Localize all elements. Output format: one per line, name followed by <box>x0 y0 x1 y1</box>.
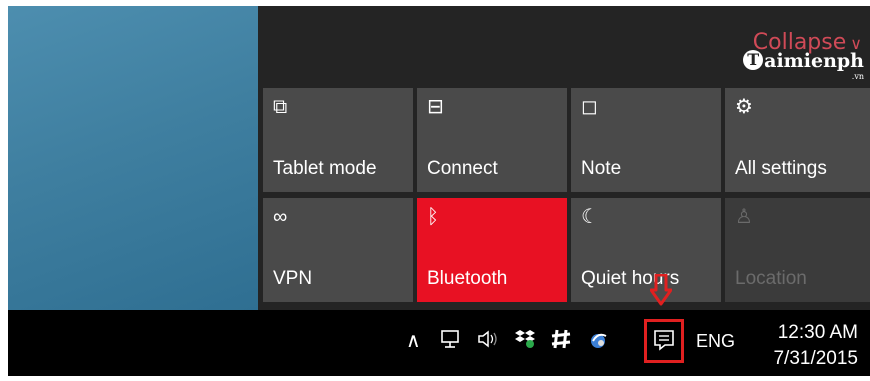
location-icon: ♙ <box>735 206 753 228</box>
tile-location[interactable]: ♙ Location <box>725 198 870 302</box>
moon-icon: ☾ <box>581 206 599 228</box>
app-icon[interactable] <box>586 328 610 357</box>
bluetooth-icon: ᛒ <box>427 206 439 228</box>
chevron-up-icon[interactable]: ∧ <box>406 328 421 354</box>
watermark-logo: Taimienph .vn <box>743 50 864 81</box>
tile-label: Location <box>735 268 807 289</box>
tile-label: Tablet mode <box>273 158 377 179</box>
annotation-arrow-icon <box>650 274 672 306</box>
screenshot-frame: Collapse ∨ Taimienph .vn ⧉ Tablet mode ⊟ … <box>8 6 870 376</box>
tile-bluetooth[interactable]: ᛒ Bluetooth <box>417 198 567 302</box>
dropbox-icon[interactable] <box>514 328 536 357</box>
network-icon[interactable] <box>440 328 462 357</box>
tile-quiet-hours[interactable]: ☾ Quiet hours <box>571 198 721 302</box>
clock[interactable]: 12:30 AM 7/31/2015 <box>773 320 858 372</box>
tile-note[interactable]: ◻ Note <box>571 88 721 192</box>
clock-date: 7/31/2015 <box>773 348 858 369</box>
volume-icon[interactable] <box>476 328 502 357</box>
tile-label: Note <box>581 158 622 179</box>
tile-vpn[interactable]: ∞ VPN <box>263 198 413 302</box>
action-center-panel: Collapse ∨ Taimienph .vn ⧉ Tablet mode ⊟ … <box>258 6 870 310</box>
tile-tablet-mode[interactable]: ⧉ Tablet mode <box>263 88 413 192</box>
action-center-icon[interactable] <box>652 328 676 359</box>
tile-label: All settings <box>735 158 827 179</box>
clock-time: 12:30 AM <box>777 322 858 343</box>
slack-icon[interactable] <box>550 328 572 357</box>
vpn-icon: ∞ <box>273 206 288 228</box>
tile-all-settings[interactable]: ⚙ All settings <box>725 88 870 192</box>
connect-icon: ⊟ <box>427 96 444 118</box>
taskbar: ∧ ENG 12:30 AM 7/31/2015 <box>8 310 870 376</box>
tile-label: VPN <box>273 268 313 289</box>
tablet-mode-icon: ⧉ <box>273 96 288 118</box>
tile-label: Bluetooth <box>427 268 508 289</box>
note-icon: ◻ <box>581 96 598 118</box>
gear-icon: ⚙ <box>735 96 753 118</box>
watermark-t-icon: T <box>743 50 764 70</box>
tile-label: Connect <box>427 158 498 179</box>
language-indicator[interactable]: ENG <box>696 328 735 354</box>
desktop-background <box>8 6 258 310</box>
tile-connect[interactable]: ⊟ Connect <box>417 88 567 192</box>
